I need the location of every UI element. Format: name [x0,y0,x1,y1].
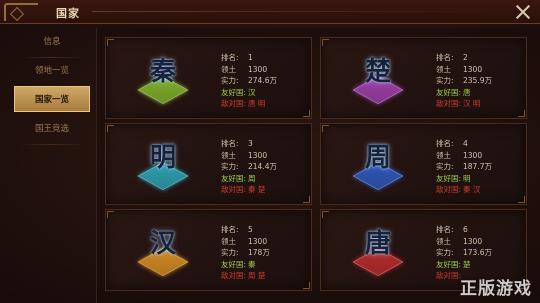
country-emblem-label: 周 [364,143,391,173]
rank-value: 1 [248,53,253,62]
friend-value: 楚 [463,259,471,269]
enemy-value: 秦 汉 [463,185,481,194]
enemy-label: 敌对国: [221,185,247,194]
game-window: 国家 信息 领地一览 国家一览 国王竞选 秦 排名: 1 领土 1300 实力: 27… [0,0,540,303]
enemy-label: 敌对国: [436,185,462,194]
friend-value: 汉 [248,87,256,97]
power-value: 274.6万 [248,76,277,85]
country-emblem-label: 唐 [364,229,391,259]
rank-label: 排名: [221,139,239,148]
enemy-label: 敌对国: [436,271,462,280]
territory-label: 领土 [221,236,236,246]
friend-value: 周 [248,173,256,183]
country-emblem-label: 秦 [149,57,176,87]
territory-value: 1300 [463,150,483,160]
rank-label: 排名: [436,53,454,62]
enemy-value: 唐 明 [248,99,266,108]
country-info: 排名: 2 领土 1300 实力: 235.9万 友好国: 唐 敌对国: 汉 明 [436,52,492,110]
power-label: 实力: [436,76,454,85]
rank-label: 排名: [436,139,454,148]
rank-label: 排名: [221,225,239,234]
country-emblem-label: 汉 [149,229,176,259]
territory-label: 领土 [436,150,451,160]
corner-ornament-icon [4,3,38,21]
territory-label: 领土 [221,150,236,160]
friend-label: 友好国: [436,259,462,269]
power-value: 178万 [248,248,270,257]
enemy-value: 周 楚 [248,271,266,280]
country-card-qin[interactable]: 秦 排名: 1 领土 1300 实力: 274.6万 友好国: 汉 敌对国: 唐 明 [105,37,312,119]
rank-value: 5 [248,225,253,234]
country-info: 排名: 3 领土 1300 实力: 214.4万 友好国: 周 敌对国: 秦 楚 [221,138,277,196]
friend-label: 友好国: [221,259,247,269]
enemy-label: 敌对国: [221,99,247,108]
close-icon[interactable] [514,3,532,21]
sidebar-item-country-list[interactable]: 国家一览 [14,86,90,112]
power-value: 187.7万 [463,162,492,171]
sidebar-item-territory-list[interactable]: 领地一览 [14,57,90,87]
country-grid: 秦 排名: 1 领土 1300 实力: 274.6万 友好国: 汉 敌对国: 唐 明 楚 … [96,28,540,303]
rank-value: 3 [248,139,253,148]
country-emblem-icon: 唐 [351,224,405,278]
country-emblem-icon: 楚 [351,52,405,106]
friend-label: 友好国: [436,173,462,183]
sidebar-item-info[interactable]: 信息 [14,28,90,58]
country-emblem-icon: 秦 [136,52,190,106]
country-emblem-icon: 汉 [136,224,190,278]
title-bar: 国家 [0,0,540,24]
power-value: 235.9万 [463,76,492,85]
territory-label: 领土 [436,64,451,74]
country-card-han[interactable]: 汉 排名: 5 领土 1300 实力: 178万 友好国: 秦 敌对国: 周 楚 [105,209,312,291]
country-emblem-label: 明 [149,143,176,173]
territory-label: 领土 [436,236,451,246]
rank-label: 排名: [436,225,454,234]
rank-value: 4 [463,139,468,148]
territory-value: 1300 [248,236,268,246]
power-label: 实力: [436,248,454,257]
territory-value: 1300 [463,64,483,74]
country-card-zhou[interactable]: 周 排名: 4 领土 1300 实力: 187.7万 友好国: 明 敌对国: 秦 汉 [320,123,527,205]
country-emblem-label: 楚 [364,57,391,87]
country-emblem-icon: 周 [351,138,405,192]
friend-label: 友好国: [436,87,462,97]
enemy-value: 汉 明 [463,99,481,108]
power-label: 实力: [221,76,239,85]
power-label: 实力: [436,162,454,171]
country-card-chu[interactable]: 楚 排名: 2 领土 1300 实力: 235.9万 友好国: 唐 敌对国: 汉 明 [320,37,527,119]
friend-label: 友好国: [221,87,247,97]
country-info: 排名: 1 领土 1300 实力: 274.6万 友好国: 汉 敌对国: 唐 明 [221,52,277,110]
friend-value: 明 [463,173,471,183]
power-label: 实力: [221,248,239,257]
rank-label: 排名: [221,53,239,62]
title-divider [92,11,500,12]
territory-value: 1300 [248,150,268,160]
country-info: 排名: 6 领土 1300 实力: 173.6万 友好国: 楚 敌对国: [436,224,492,282]
country-info: 排名: 5 领土 1300 实力: 178万 友好国: 秦 敌对国: 周 楚 [221,224,270,282]
enemy-value: 秦 楚 [248,185,266,194]
enemy-label: 敌对国: [221,271,247,280]
country-info: 排名: 4 领土 1300 实力: 187.7万 友好国: 明 敌对国: 秦 汉 [436,138,492,196]
country-emblem-icon: 明 [136,138,190,192]
territory-value: 1300 [248,64,268,74]
sidebar-item-king-election[interactable]: 国王竞选 [14,115,90,145]
sidebar: 信息 领地一览 国家一览 国王竞选 [14,28,90,303]
country-card-ming[interactable]: 明 排名: 3 领土 1300 实力: 214.4万 友好国: 周 敌对国: 秦 楚 [105,123,312,205]
rank-value: 2 [463,53,468,62]
window-title: 国家 [56,7,80,20]
power-value: 173.6万 [463,248,492,257]
friend-label: 友好国: [221,173,247,183]
rank-value: 6 [463,225,468,234]
enemy-label: 敌对国: [436,99,462,108]
watermark: 正版游戏 [460,279,532,299]
power-label: 实力: [221,162,239,171]
territory-label: 领土 [221,64,236,74]
territory-value: 1300 [463,236,483,246]
friend-value: 秦 [248,259,256,269]
power-value: 214.4万 [248,162,277,171]
friend-value: 唐 [463,87,471,97]
